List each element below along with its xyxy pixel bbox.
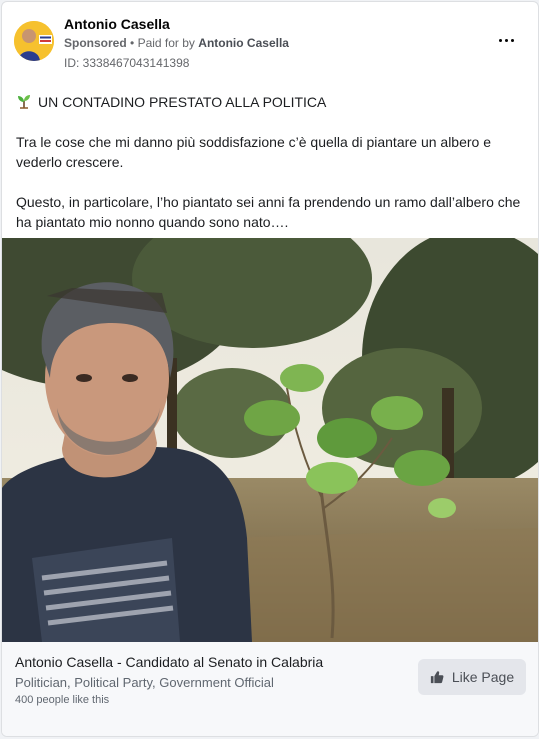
seedling-icon [18,95,30,109]
post-text: UN CONTADINO PRESTATO ALLA POLITICA Tra … [16,92,526,252]
post-header: Antonio Casella Sponsored • Paid for by … [2,2,538,80]
author-avatar[interactable] [14,21,54,61]
more-options-icon[interactable] [494,30,518,50]
author-name[interactable]: Antonio Casella [64,16,170,32]
post-photo[interactable] [2,238,538,642]
page-likes-count: 400 people like this [15,694,110,706]
page-categories: Politician, Political Party, Government … [15,675,274,690]
page-name[interactable]: Antonio Casella - Candidato al Senato in… [15,654,323,670]
sponsored-meta: Sponsored • Paid for by Antonio Casella [64,36,289,50]
paid-for-prefix: Paid for by [137,36,195,50]
paragraph-1: Tra le cose che mi danno più soddisfazio… [16,134,492,170]
paragraph-2: Questo, in particolare, l’ho piantato se… [16,194,521,230]
thumbs-up-icon [430,671,444,684]
sponsored-label[interactable]: Sponsored [64,36,127,50]
ad-id: ID: 3338467043141398 [64,56,190,70]
post-headline: UN CONTADINO PRESTATO ALLA POLITICA [16,92,526,112]
like-page-label: Like Page [451,669,515,685]
ad-post-card: Antonio Casella Sponsored • Paid for by … [1,1,539,737]
paid-for-by: Antonio Casella [198,36,289,50]
like-page-button[interactable]: Like Page [418,659,526,695]
page-card-footer: Antonio Casella - Candidato al Senato in… [2,642,538,736]
meta-separator: • [130,36,138,50]
headline-text: UN CONTADINO PRESTATO ALLA POLITICA [38,94,327,110]
